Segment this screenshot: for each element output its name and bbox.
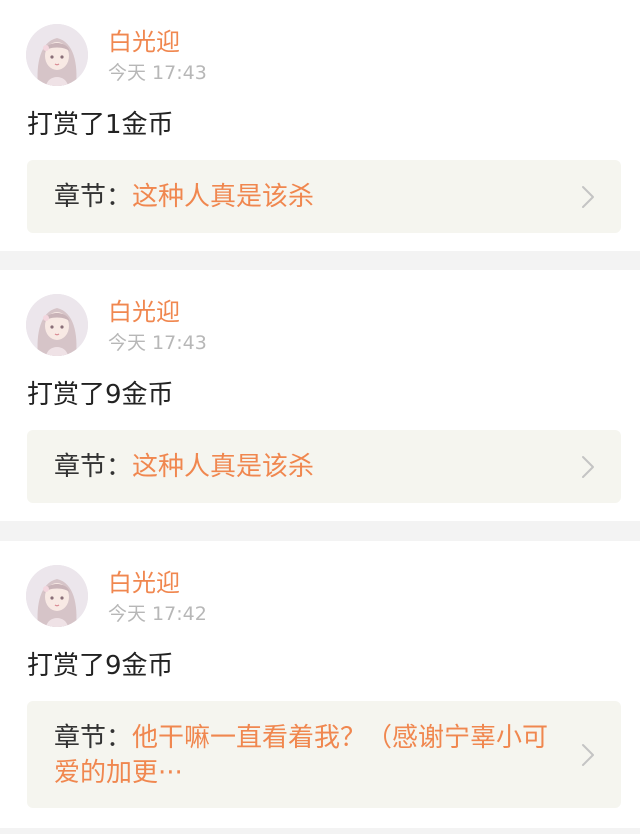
timestamp: 今天 17:43 bbox=[108, 62, 207, 84]
chapter-label: 章节：这种人真是该杀 bbox=[54, 180, 554, 215]
chapter-prefix: 章节： bbox=[54, 182, 133, 212]
avatar[interactable] bbox=[26, 294, 88, 356]
chapter-prefix: 章节： bbox=[54, 723, 133, 753]
username[interactable]: 白光迎 bbox=[108, 297, 180, 327]
reward-text: 打赏了9金币 bbox=[27, 651, 174, 681]
chapter-link[interactable]: 章节：这种人真是该杀 bbox=[27, 160, 621, 233]
reward-item: 白光迎 今天 17:42 打赏了9金币 章节：他干嘛一直看着我？（感谢宁辜小可爱… bbox=[0, 541, 640, 828]
chapter-prefix: 章节： bbox=[54, 452, 133, 482]
chapter-label: 章节：他干嘛一直看着我？（感谢宁辜小可爱的加更··· bbox=[54, 721, 554, 791]
timestamp: 今天 17:43 bbox=[108, 332, 207, 354]
username[interactable]: 白光迎 bbox=[108, 568, 180, 598]
reward-item: 白光迎 今天 17:43 打赏了9金币 章节：这种人真是该杀 bbox=[0, 270, 640, 521]
avatar[interactable] bbox=[26, 565, 88, 627]
chapter-label: 章节：这种人真是该杀 bbox=[54, 450, 554, 485]
chevron-right-icon bbox=[582, 455, 594, 478]
chapter-link[interactable]: 章节：他干嘛一直看着我？（感谢宁辜小可爱的加更··· bbox=[27, 701, 621, 808]
reward-text: 打赏了9金币 bbox=[27, 380, 174, 410]
avatar[interactable] bbox=[26, 24, 88, 86]
reward-feed: 白光迎 今天 17:43 打赏了1金币 章节：这种人真是该杀 白光迎 今天 17… bbox=[0, 0, 640, 834]
reward-item: 白光迎 今天 17:43 打赏了1金币 章节：这种人真是该杀 bbox=[0, 0, 640, 251]
username[interactable]: 白光迎 bbox=[108, 27, 180, 57]
chapter-title: 这种人真是该杀 bbox=[132, 452, 315, 482]
chevron-right-icon bbox=[582, 743, 594, 766]
chapter-title: 这种人真是该杀 bbox=[132, 182, 315, 212]
chevron-right-icon bbox=[582, 185, 594, 208]
chapter-link[interactable]: 章节：这种人真是该杀 bbox=[27, 430, 621, 503]
timestamp: 今天 17:42 bbox=[108, 603, 207, 625]
reward-text: 打赏了1金币 bbox=[27, 110, 174, 140]
